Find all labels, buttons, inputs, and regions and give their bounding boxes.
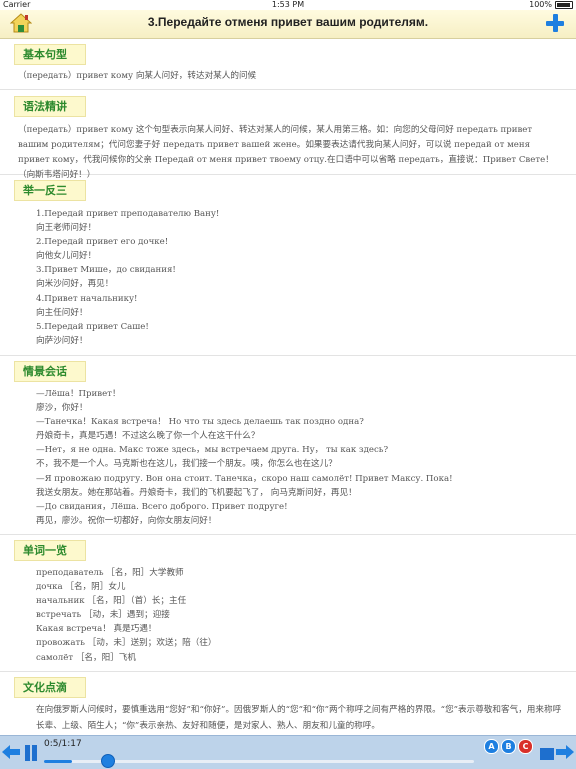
section-vocabulary: 单词一览 преподаватель ［名，阳］大学教师 дочка ［名，阴］… <box>0 535 576 672</box>
lesson-content[interactable]: 基本句型 （передать）привет кому 向某人问好，转达对某人的问… <box>0 39 576 735</box>
text-line: —До свидания，Лёша. Всего доброго. Привет… <box>36 501 288 512</box>
text-line: 不，我不是一个人。马克斯也在这儿，我们接一个朋友。咦，你怎么也在这儿？ <box>36 459 337 470</box>
pause-icon-bar <box>32 745 37 761</box>
section-title: 举一反三 <box>14 180 86 201</box>
text-line: провожать ［动，未］送别；欢送；陪（往） <box>36 638 217 649</box>
clock: 1:53 PM <box>271 0 305 9</box>
text-line: самолёт ［名，阳］飞机 <box>36 652 136 663</box>
section-culture: 文化点滴 在向俄罗斯人问候时，要慎重选用“您好”和“你好”。因俄罗斯人的“您”和… <box>0 672 576 735</box>
section-title: 单词一览 <box>14 540 86 561</box>
battery-percent: 100% <box>529 0 552 9</box>
battery-icon <box>555 0 573 9</box>
text-line: 1.Передай привет преподавателю Вану! <box>36 209 220 219</box>
text-line: дочка ［名，阴］女儿 <box>36 582 126 593</box>
section-title: 情景会话 <box>14 361 86 382</box>
text-line: —Танечка！Какая встреча！ Но что ты здесь … <box>36 417 364 428</box>
text-line: 3.Привет Мише，до свидания! <box>36 265 176 276</box>
section-title: 基本句型 <box>14 44 86 65</box>
text-line: преподаватель ［名，阳］大学教师 <box>36 568 184 578</box>
text-line: —Я провожаю подругу. Вон она стоит. Тане… <box>36 473 453 484</box>
section-body: —Лёша！Привет！ 廖沙，你好！ —Танечка！Какая встр… <box>18 387 562 528</box>
text-line: 向米沙问好，再见！ <box>36 279 114 290</box>
section-body: 1.Передай привет преподавателю Вану! 向王老… <box>18 207 562 348</box>
clear-repeat-button[interactable]: C <box>518 739 533 754</box>
text-line: встречать ［动，未］遇到；迎接 <box>36 610 170 621</box>
text-line: 向萨沙问好！ <box>36 335 88 346</box>
previous-arrow-icon[interactable] <box>2 745 20 759</box>
text-line: Какая встреча！ 真是巧遇！ <box>36 624 157 635</box>
next-arrow-icon[interactable] <box>556 745 574 759</box>
section-examples: 举一反三 1.Передай привет преподавателю Вану… <box>0 175 576 356</box>
progress-thumb[interactable] <box>100 754 115 768</box>
repeat-a-button[interactable]: A <box>484 739 499 754</box>
loop-icon[interactable] <box>540 748 554 760</box>
section-title: 语法精讲 <box>14 96 86 117</box>
nav-bar: 3.Передайте отменя привет вашим родителя… <box>0 10 576 39</box>
section-body: преподаватель ［名，阳］大学教师 дочка ［名，阴］女儿 на… <box>18 566 562 665</box>
pause-button[interactable] <box>24 745 38 761</box>
text-line: —Лёша！Привет！ <box>36 389 121 399</box>
section-grammar: 语法精讲 （передать）привет кому 这个句型表示向某人问好、转… <box>0 90 576 180</box>
text-line: начальник ［名，阳］（首）长；主任 <box>36 596 187 607</box>
text-line: 4.Привет начальнику! <box>36 293 138 304</box>
home-button[interactable] <box>9 12 33 34</box>
text-line: 向主任问好！ <box>36 307 88 318</box>
text-line: 5.Передай привет Саше! <box>36 321 149 332</box>
text-line: （передать）привет кому 向某人问好，转达对某人的问候 <box>18 71 257 81</box>
text-line: 向王老师问好！ <box>36 223 97 234</box>
page-title: 3.Передайте отменя привет вашим родителя… <box>147 15 429 29</box>
audio-player-bar: 0:5/1:17 A B C <box>0 735 576 769</box>
text-line: 再见，廖沙。祝你一切都好，向你女朋友问好！ <box>36 515 217 526</box>
battery-status: 100% <box>529 0 573 9</box>
pause-icon <box>25 745 30 761</box>
text-line: 我送女朋友。她在那站着。丹娘奇卡，我们的飞机要起飞了， 向马克斯问好，再见！ <box>36 487 357 498</box>
text-line: 丹娘奇卡，真是巧遇！不过这么晚了你一个人在这干什么？ <box>36 431 260 442</box>
section-paragraph: （передать）привет кому 这个句型表示向某人问好、转达对某人的… <box>18 125 554 180</box>
add-button[interactable] <box>544 12 566 34</box>
section-dialogue: 情景会话 —Лёша！Привет！ 廖沙，你好！ —Танечка！Какая… <box>0 356 576 535</box>
section-paragraph: 在向俄罗斯人问候时，要慎重选用“您好”和“你好”。因俄罗斯人的“您”和“你”两个… <box>36 705 562 731</box>
section-basic-pattern: 基本句型 （передать）привет кому 向某人问好，转达对某人的问… <box>0 39 576 90</box>
progress-fill <box>44 760 72 763</box>
text-line: 廖沙，你好！ <box>36 403 88 414</box>
repeat-b-button[interactable]: B <box>501 739 516 754</box>
text-line: 2.Передай привет его дочке! <box>36 237 169 248</box>
status-bar: Carrier 1:53 PM 100% <box>0 0 576 10</box>
section-title: 文化点滴 <box>14 677 86 698</box>
text-line: 向他女儿问好！ <box>36 251 97 262</box>
playback-time: 0:5/1:17 <box>44 739 82 749</box>
text-line: —Нет，я не одна. Макс тоже здесь，мы встре… <box>36 445 389 456</box>
home-icon <box>9 13 33 33</box>
section-body: （передать）привет кому 向某人问好，转达对某人的问候 <box>18 69 562 83</box>
